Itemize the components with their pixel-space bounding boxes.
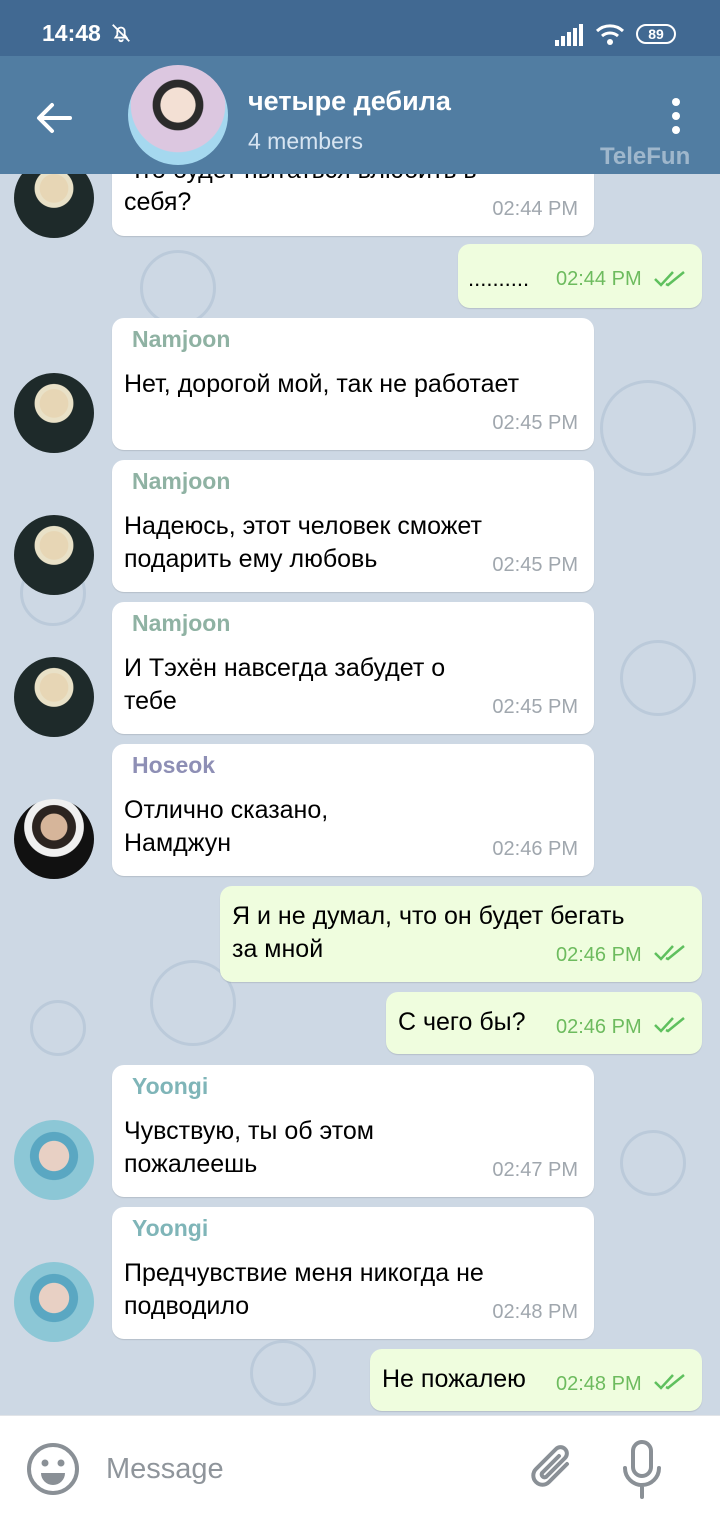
sender-name[interactable]: Namjoon: [132, 468, 230, 495]
message-text-line: подарить ему любовь: [124, 545, 378, 573]
message-bubble[interactable]: Hoseok Отлично сказано, Намджун 02:46 PM: [112, 744, 594, 876]
message-bubble[interactable]: С чего бы? 02:46 PM: [386, 992, 702, 1054]
message-bubble[interactable]: Не пожалею 02:48 PM: [370, 1349, 702, 1411]
message-text-line: Намджун: [124, 829, 232, 857]
read-checkmarks-icon: [654, 1374, 685, 1390]
sender-name[interactable]: Hoseok: [132, 752, 215, 779]
message-text-line: Чувствую, ты об этом: [124, 1117, 374, 1145]
message-text-line: Я и не думал, что он будет бегать: [232, 902, 625, 930]
message-bubble[interactable]: Yoongi Чувствую, ты об этом пожалеешь 02…: [112, 1065, 594, 1197]
status-bar: 14:48 89: [0, 0, 720, 56]
message-text-line: тебе: [124, 687, 177, 715]
microphone-icon[interactable]: [620, 1440, 664, 1500]
message-time: 02:47 PM: [492, 1159, 578, 1181]
avatar-hoseok[interactable]: [14, 799, 94, 879]
message-time: 02:46 PM: [492, 838, 578, 860]
message-bubble[interactable]: Yoongi Предчувствие меня никогда не подв…: [112, 1207, 594, 1339]
message-time: 02:46 PM: [556, 944, 642, 966]
message-time: 02:45 PM: [492, 554, 578, 576]
avatar-yoongi[interactable]: [14, 1262, 94, 1342]
message-bubble[interactable]: .......... 02:44 PM: [458, 244, 702, 308]
chat-title[interactable]: четыре дебила: [248, 86, 451, 117]
message-bubble[interactable]: Namjoon Надеюсь, этот человек сможет под…: [112, 460, 594, 592]
message-text-line: Надеюсь, этот человек сможет: [124, 512, 482, 540]
avatar-namjoon[interactable]: [14, 515, 94, 595]
read-checkmarks-icon: [654, 271, 685, 287]
message-text: ..........: [468, 266, 530, 291]
sender-name[interactable]: Yoongi: [132, 1073, 208, 1100]
message-text: себя?: [124, 188, 192, 216]
message-text-line: И Тэхён навсегда забудет о: [124, 654, 446, 682]
avatar-namjoon[interactable]: [14, 373, 94, 453]
message-bubble[interactable]: Namjoon Нет, дорогой мой, так не работае…: [112, 318, 594, 450]
wifi-icon: [595, 24, 625, 45]
attach-paperclip-icon[interactable]: [527, 1442, 579, 1496]
message-text: Не пожалею: [382, 1365, 526, 1393]
group-avatar[interactable]: [128, 65, 228, 165]
emoji-icon[interactable]: [26, 1442, 80, 1496]
message-input[interactable]: [104, 1446, 508, 1492]
message-text: С чего бы?: [398, 1008, 526, 1036]
message-time: 02:44 PM: [492, 198, 578, 220]
sender-name[interactable]: Yoongi: [132, 1215, 208, 1242]
avatar-yoongi[interactable]: [14, 1120, 94, 1200]
message-time: 02:45 PM: [492, 696, 578, 718]
message-time: 02:44 PM: [556, 268, 642, 290]
message-text: Нет, дорогой мой, так не работает: [124, 370, 520, 398]
signal-icon: [555, 24, 583, 46]
message-text-line: за мной: [232, 935, 324, 963]
read-checkmarks-icon: [654, 1017, 685, 1033]
back-arrow-icon[interactable]: [30, 94, 78, 142]
bell-muted-icon: [112, 24, 130, 43]
message-text-line: Предчувствие меня никогда не: [124, 1259, 484, 1287]
message-time: 02:46 PM: [556, 1016, 642, 1038]
message-text-line: Отлично сказано,: [124, 796, 329, 824]
battery-indicator: 89: [636, 24, 676, 44]
watermark: TeleFun: [600, 143, 691, 170]
message-time: 02:48 PM: [492, 1301, 578, 1323]
avatar-namjoon[interactable]: [14, 657, 94, 737]
member-count[interactable]: 4 members: [248, 128, 363, 155]
message-bubble[interactable]: Namjoon И Тэхён навсегда забудет о тебе …: [112, 602, 594, 734]
message-bubble[interactable]: Я и не думал, что он будет бегать за мно…: [220, 886, 702, 982]
read-checkmarks-icon: [654, 945, 685, 961]
message-text-line: пожалеешь: [124, 1150, 258, 1178]
more-options-icon[interactable]: [660, 94, 692, 138]
status-time: 14:48: [42, 20, 101, 46]
sender-name[interactable]: Namjoon: [132, 326, 230, 353]
sender-name[interactable]: Namjoon: [132, 610, 230, 637]
message-time: 02:48 PM: [556, 1373, 642, 1395]
message-input-bar: [0, 1415, 720, 1521]
message-text-line: подводило: [124, 1292, 250, 1320]
message-time: 02:45 PM: [492, 412, 578, 434]
